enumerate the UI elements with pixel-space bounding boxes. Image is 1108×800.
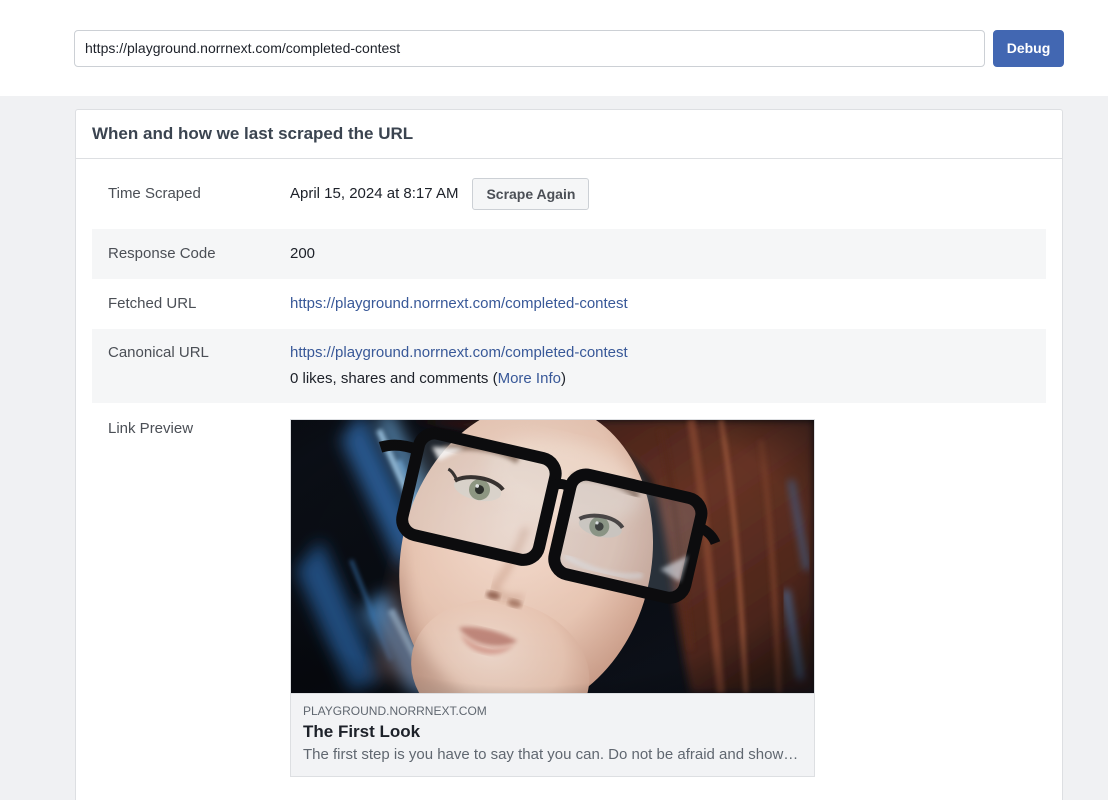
row-time-scraped: Time Scraped April 15, 2024 at 8:17 AM S… — [92, 159, 1046, 229]
engagement-suffix: ) — [560, 370, 566, 387]
row-response-code: Response Code 200 — [92, 229, 1046, 279]
link-preview-domain: PLAYGROUND.NORRNEXT.COM — [303, 704, 487, 718]
response-code-label: Response Code — [108, 245, 216, 262]
link-preview-label: Link Preview — [108, 420, 194, 437]
engagement-prefix: 0 likes, shares and comments ( — [290, 370, 498, 387]
scrape-info-card: When and how we last scraped the URL Tim… — [75, 109, 1063, 800]
scrape-again-button[interactable]: Scrape Again — [472, 178, 590, 210]
row-canonical-url: Canonical URL https://playground.norrnex… — [92, 329, 1046, 403]
card-body: Time Scraped April 15, 2024 at 8:17 AM S… — [76, 159, 1062, 800]
url-input[interactable] — [74, 29, 985, 67]
canonical-url-link[interactable]: https://playground.norrnext.com/complete… — [290, 344, 628, 361]
card-header: When and how we last scraped the URL — [76, 110, 1062, 159]
fetched-url-label: Fetched URL — [108, 295, 197, 312]
more-info-link[interactable]: More Info — [498, 370, 561, 387]
link-preview-description: The first step is you have to say that y… — [303, 746, 799, 763]
engagement-stats: 0 likes, shares and comments (More Info) — [290, 369, 628, 389]
row-link-preview: Link Preview PLAYGROUND.NORRNEXT.COM The… — [92, 403, 1046, 793]
link-preview-title: The First Look — [303, 722, 421, 741]
card-title: When and how we last scraped the URL — [92, 124, 414, 143]
debug-toolbar: Debug — [0, 0, 1108, 96]
time-scraped-label: Time Scraped — [108, 185, 201, 202]
link-preview-card[interactable]: PLAYGROUND.NORRNEXT.COM The First Look T… — [290, 419, 815, 777]
link-preview-image — [291, 420, 814, 693]
canonical-url-label: Canonical URL — [108, 344, 209, 361]
fetched-url-link[interactable]: https://playground.norrnext.com/complete… — [290, 294, 628, 314]
row-fetched-url: Fetched URL https://playground.norrnext.… — [92, 279, 1046, 329]
response-code-value: 200 — [290, 245, 316, 262]
time-scraped-value: April 15, 2024 at 8:17 AM — [290, 185, 459, 202]
link-preview-footer: PLAYGROUND.NORRNEXT.COM The First Look T… — [291, 693, 814, 776]
debug-button[interactable]: Debug — [993, 29, 1064, 67]
